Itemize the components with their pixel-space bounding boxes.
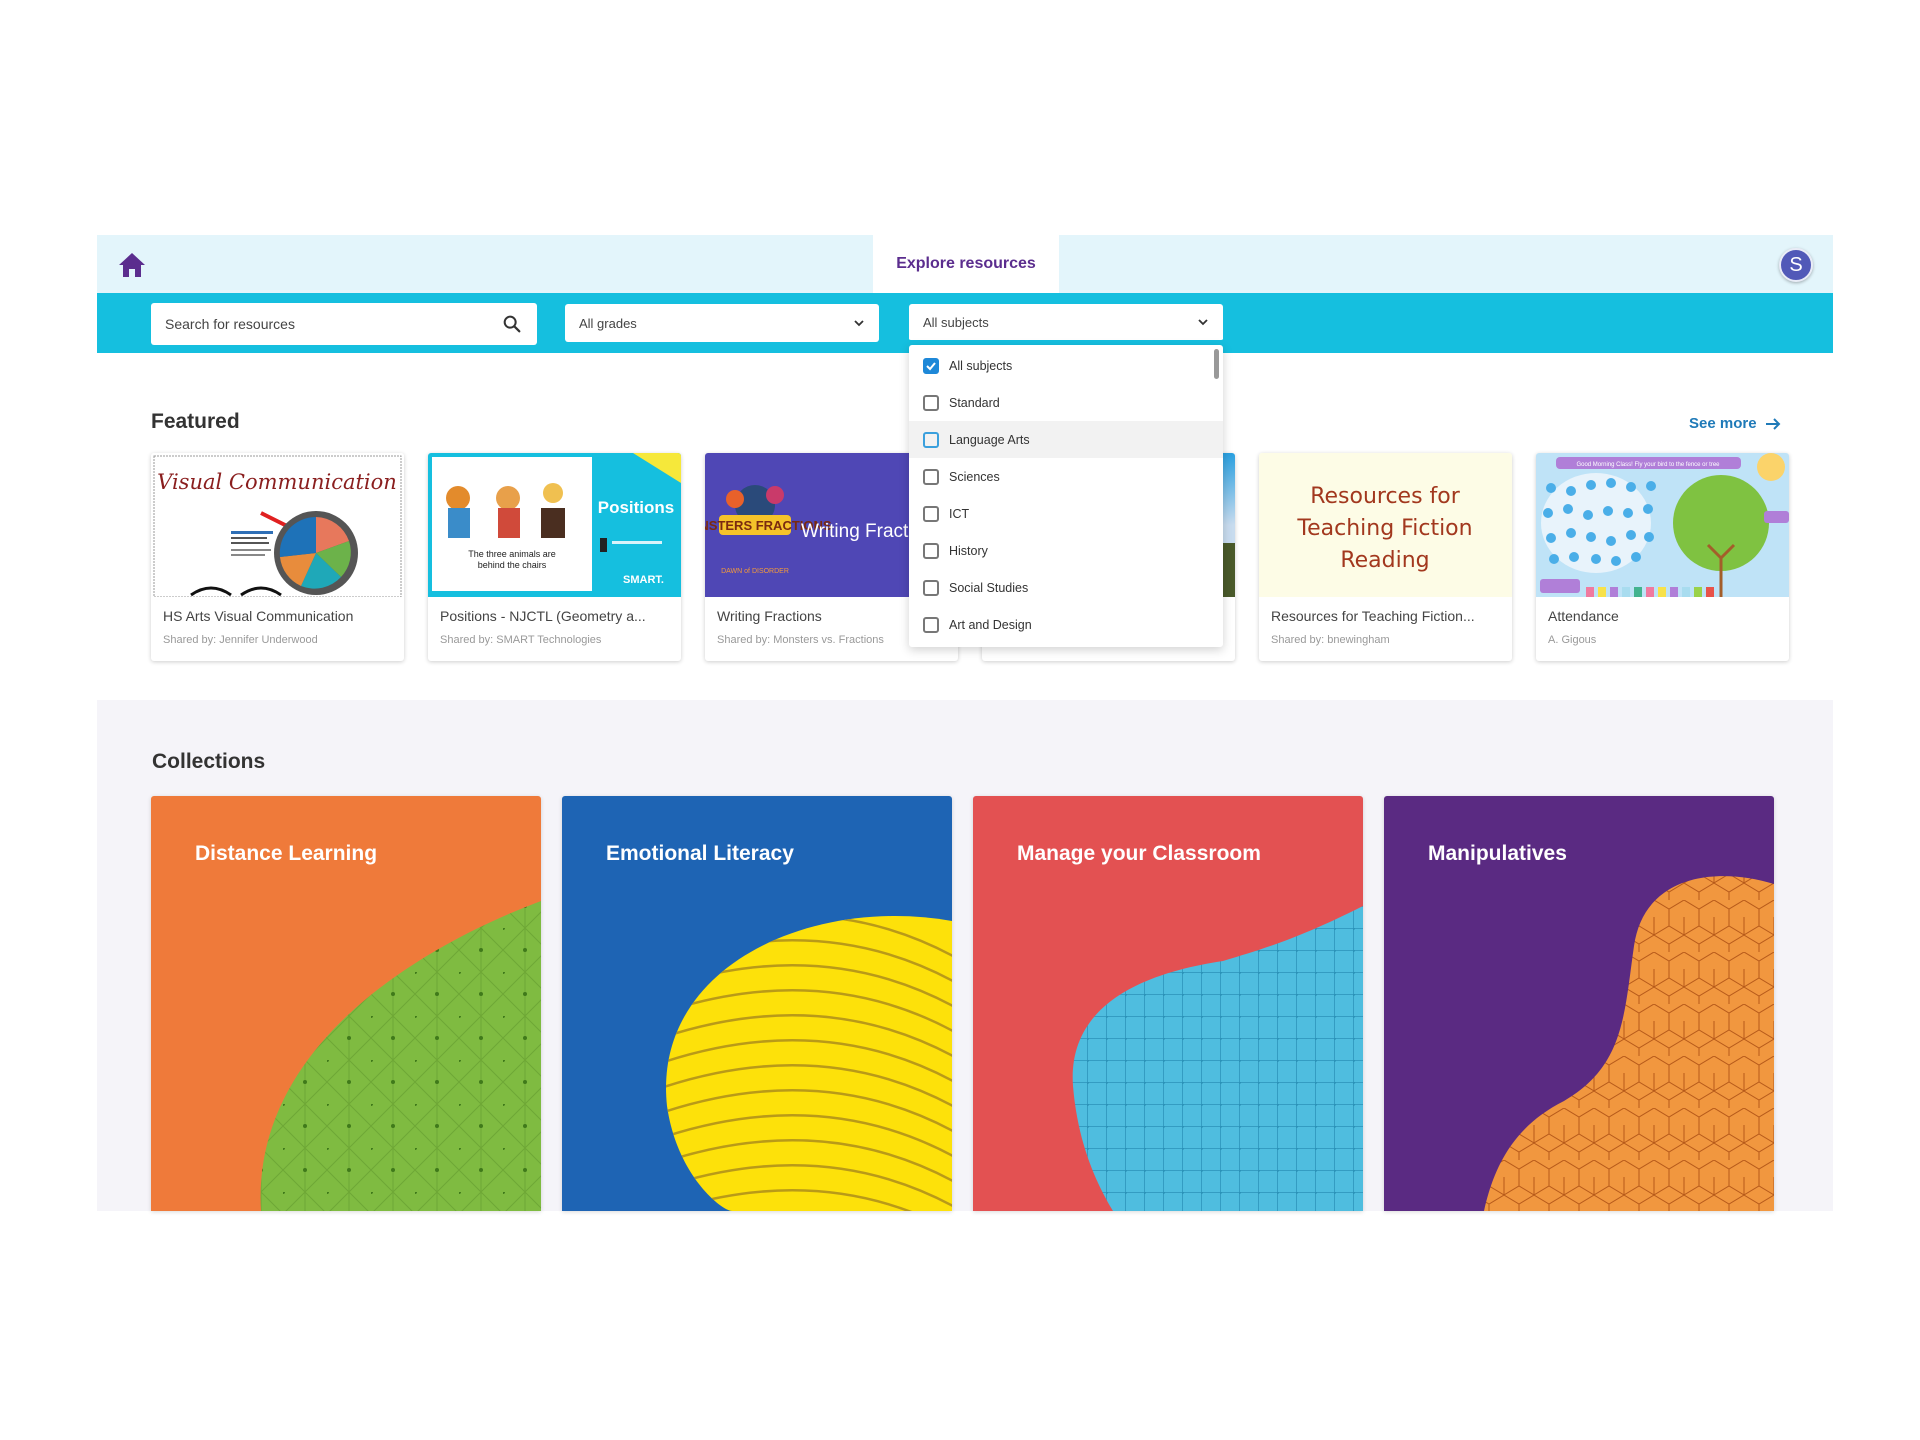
dropdown-scrollbar[interactable] bbox=[1214, 349, 1219, 379]
card-title: Writing Fractions bbox=[717, 608, 822, 624]
option-label: Art and Design bbox=[949, 617, 1032, 632]
see-more-label: See more bbox=[1689, 415, 1757, 432]
home-button[interactable] bbox=[117, 251, 147, 279]
featured-card[interactable]: Good Morning Class! Fly your bird to the… bbox=[1536, 453, 1789, 661]
card-thumbnail: Good Morning Class! Fly your bird to the… bbox=[1536, 453, 1789, 597]
svg-text:Good Morning Class! Fly your b: Good Morning Class! Fly your bird to the… bbox=[1576, 462, 1720, 468]
search-input[interactable] bbox=[165, 316, 501, 332]
svg-text:Reading: Reading bbox=[1340, 548, 1429, 573]
subjects-dropdown: All subjects Standard Language Arts Scie… bbox=[909, 345, 1223, 647]
svg-text:Writing Fract: Writing Fract bbox=[801, 521, 909, 542]
card-author: Shared by: bnewingham bbox=[1271, 634, 1390, 646]
card-author: Shared by: Jennifer Underwood bbox=[163, 634, 318, 646]
collection-emotional-literacy[interactable]: Emotional Literacy bbox=[562, 796, 952, 1211]
svg-text:SMART.: SMART. bbox=[623, 574, 664, 586]
subjects-select[interactable]: All subjects bbox=[909, 304, 1223, 342]
subject-option-social-studies[interactable]: Social Studies bbox=[909, 569, 1223, 606]
checkbox[interactable] bbox=[923, 394, 939, 411]
subject-option-sciences[interactable]: Sciences bbox=[909, 458, 1223, 495]
svg-text:DAWN of DISORDER: DAWN of DISORDER bbox=[721, 568, 789, 575]
visual-communication-thumbnail: Visual Communication bbox=[153, 455, 402, 597]
checkbox-checked[interactable] bbox=[923, 357, 939, 374]
tab-explore-resources[interactable]: Explore resources bbox=[873, 235, 1059, 293]
checkbox[interactable] bbox=[923, 616, 939, 633]
collection-title: Manage your Classroom bbox=[1017, 842, 1261, 865]
featured-heading: Featured bbox=[151, 410, 240, 433]
card-author: Shared by: Monsters vs. Fractions bbox=[717, 634, 884, 646]
collection-title: Emotional Literacy bbox=[606, 842, 794, 865]
subject-option-art-and-design[interactable]: Art and Design bbox=[909, 606, 1223, 643]
thumb-title: Visual Communication bbox=[157, 470, 397, 494]
featured-card[interactable]: The three animals are behind the chairs … bbox=[428, 453, 681, 661]
option-label: All subjects bbox=[949, 358, 1013, 373]
collection-distance-learning[interactable]: Distance Learning bbox=[151, 796, 541, 1211]
collection-manipulatives[interactable]: Manipulatives bbox=[1384, 796, 1774, 1211]
arrow-right-icon bbox=[1765, 417, 1780, 430]
top-bar: Explore resources S bbox=[97, 235, 1833, 293]
card-author: A. Gigous bbox=[1548, 634, 1597, 646]
card-thumbnail: Resources for Teaching Fiction Reading bbox=[1259, 453, 1512, 597]
option-label: ICT bbox=[949, 506, 970, 521]
checkbox[interactable] bbox=[923, 431, 939, 448]
subjects-select-value: All subjects bbox=[923, 314, 989, 330]
filter-bar: All grades All subjects bbox=[97, 293, 1833, 353]
checkbox[interactable] bbox=[923, 468, 939, 485]
featured-card[interactable]: Resources for Teaching Fiction Reading R… bbox=[1259, 453, 1512, 661]
user-avatar[interactable]: S bbox=[1779, 248, 1813, 282]
subject-option-language-arts[interactable]: Language Arts bbox=[909, 421, 1223, 458]
collection-title: Manipulatives bbox=[1428, 842, 1567, 865]
home-icon bbox=[119, 253, 145, 277]
collection-title: Distance Learning bbox=[195, 842, 378, 865]
grades-select[interactable]: All grades bbox=[565, 304, 879, 342]
option-label: Language Arts bbox=[949, 432, 1030, 447]
checkbox[interactable] bbox=[923, 505, 939, 522]
subject-option-history[interactable]: History bbox=[909, 532, 1223, 569]
collections-heading: Collections bbox=[152, 750, 266, 773]
svg-text:The three animals are: The three animals are bbox=[468, 549, 556, 559]
subject-option-standard[interactable]: Standard bbox=[909, 384, 1223, 421]
search-box bbox=[151, 303, 537, 345]
card-title: Attendance bbox=[1548, 608, 1619, 624]
grades-select-value: All grades bbox=[579, 315, 637, 331]
checkbox[interactable] bbox=[923, 579, 939, 596]
search-icon[interactable] bbox=[501, 313, 523, 335]
subject-option-ict[interactable]: ICT bbox=[909, 495, 1223, 532]
option-label: Social Studies bbox=[949, 580, 1029, 595]
featured-card[interactable]: Visual Communication HS Arts Visual Comm… bbox=[151, 453, 404, 661]
chevron-down-icon bbox=[1198, 319, 1208, 326]
card-title: Resources for Teaching Fiction... bbox=[1271, 608, 1475, 624]
option-label: History bbox=[949, 543, 988, 558]
attendance-thumbnail: Good Morning Class! Fly your bird to the… bbox=[1536, 453, 1789, 597]
card-title: Positions - NJCTL (Geometry a... bbox=[440, 608, 646, 624]
card-thumbnail: The three animals are behind the chairs … bbox=[428, 453, 681, 597]
svg-text:behind the chairs: behind the chairs bbox=[478, 560, 547, 570]
card-title: HS Arts Visual Communication bbox=[163, 608, 354, 624]
option-label: Sciences bbox=[949, 469, 1000, 484]
checkbox[interactable] bbox=[923, 542, 939, 559]
see-more-link[interactable]: See more bbox=[1689, 415, 1781, 432]
subject-option-all[interactable]: All subjects bbox=[909, 347, 1223, 384]
positions-thumbnail: The three animals are behind the chairs … bbox=[428, 453, 681, 597]
chevron-down-icon bbox=[854, 320, 864, 327]
collection-manage-your-classroom[interactable]: Manage your Classroom bbox=[973, 796, 1363, 1211]
teaching-fiction-thumbnail: Resources for Teaching Fiction Reading bbox=[1259, 453, 1512, 597]
app: Explore resources S All grades All subje… bbox=[97, 235, 1833, 1211]
card-thumbnail: Visual Communication bbox=[151, 453, 404, 597]
svg-text:Resources for: Resources for bbox=[1310, 484, 1461, 509]
option-label: Standard bbox=[949, 395, 1000, 410]
check-icon bbox=[926, 361, 936, 370]
svg-text:Teaching Fiction: Teaching Fiction bbox=[1296, 516, 1472, 541]
card-author: Shared by: SMART Technologies bbox=[440, 634, 602, 646]
svg-text:Positions: Positions bbox=[598, 498, 675, 517]
